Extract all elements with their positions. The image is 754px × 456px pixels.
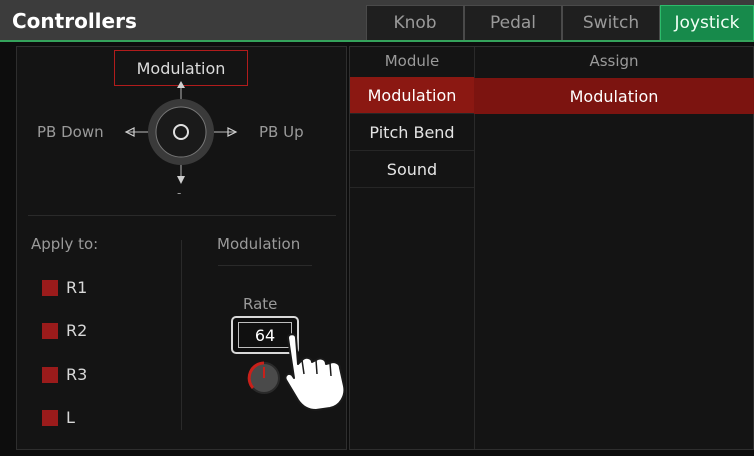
assign-column-header: Assign (589, 52, 639, 70)
rate-label: Rate (243, 295, 278, 313)
header-divider (0, 40, 754, 42)
joystick-left-label: PB Down (37, 123, 104, 141)
part-label-r1: R1 (66, 278, 88, 297)
checkbox-r1[interactable] (42, 280, 58, 296)
divider (218, 265, 312, 266)
module-row-modulation[interactable]: Modulation (350, 77, 474, 114)
joystick-right-label: PB Up (259, 123, 304, 141)
divider (181, 240, 182, 430)
tab-joystick[interactable]: Joystick (660, 5, 754, 40)
module-column-header: Module (384, 52, 440, 70)
arrow-up-icon (177, 81, 185, 88)
tab-switch[interactable]: Switch (562, 5, 660, 40)
checkbox-r3[interactable] (42, 367, 58, 383)
modulation-section-title: Modulation (217, 235, 301, 253)
joystick-icon (124, 81, 238, 184)
joystick-down-label: - (177, 186, 182, 200)
divider (28, 215, 336, 216)
tab-knob[interactable]: Knob (366, 5, 464, 40)
part-label-r3: R3 (66, 365, 88, 384)
module-row-sound[interactable]: Sound (350, 151, 474, 188)
part-label-r2: R2 (66, 321, 88, 340)
checkbox-l[interactable] (42, 410, 58, 426)
hand-pointer-icon (284, 333, 346, 411)
apply-to-label: Apply to: (31, 235, 99, 253)
checkbox-r2[interactable] (42, 323, 58, 339)
assign-row-selected[interactable]: Modulation (474, 78, 754, 114)
arrow-down-icon (177, 176, 185, 184)
part-label-l: L (66, 408, 75, 427)
module-row-pitch-bend[interactable]: Pitch Bend (350, 114, 474, 151)
tab-pedal[interactable]: Pedal (464, 5, 562, 40)
page-title: Controllers (12, 9, 137, 33)
